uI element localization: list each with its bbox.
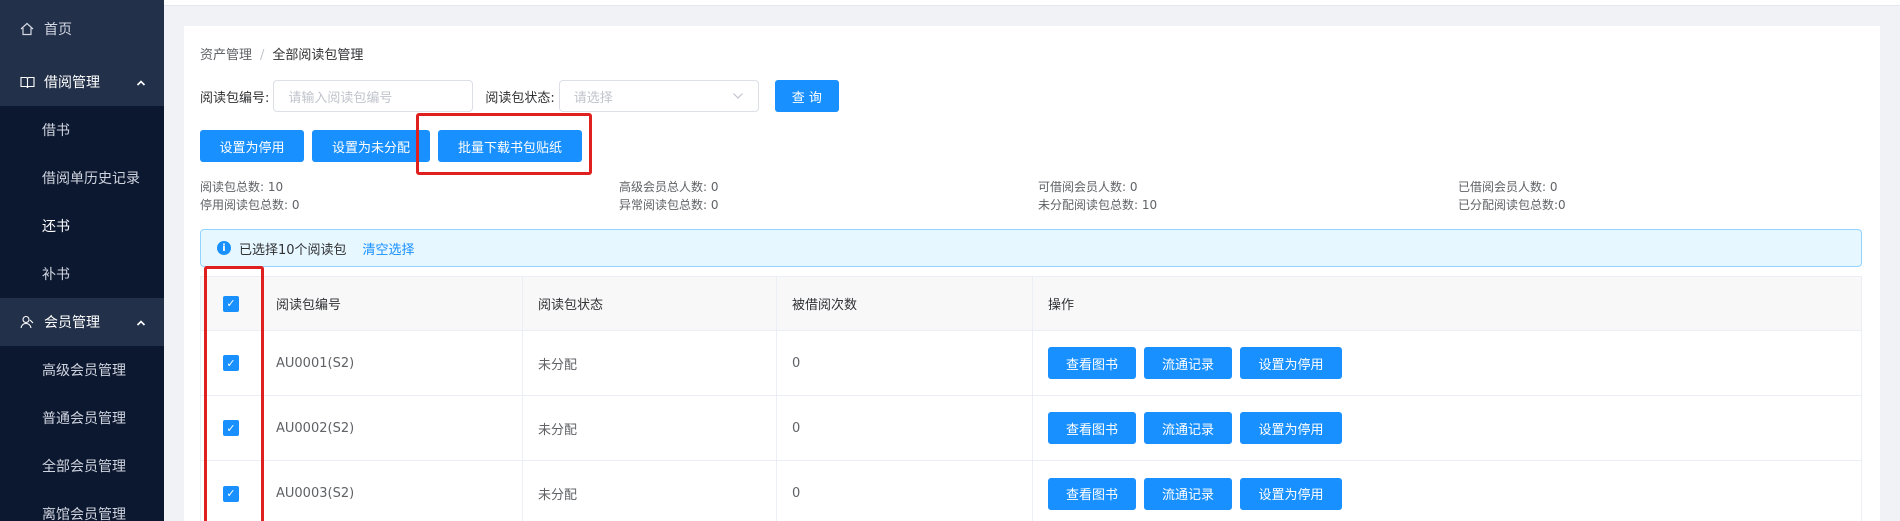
cell-ops: 查看图书 流通记录 设置为停用 (1033, 461, 1861, 521)
stat-abnormal: 异常阅读包总数: 0 (619, 198, 719, 212)
status-placeholder: 请选择 (573, 90, 613, 106)
home-icon (18, 20, 36, 38)
sidebar-item-label: 首页 (44, 22, 72, 38)
sidebar-item-regular-members[interactable]: 普通会员管理 (0, 394, 164, 442)
view-books-button[interactable]: 查看图书 (1048, 347, 1136, 379)
cell-code: AU0003(S2) (276, 486, 355, 501)
set-disabled-row-button[interactable]: 设置为停用 (1240, 477, 1342, 510)
selection-alert: i 已选择10个阅读包 清空选择 (200, 229, 1862, 267)
sidebar-item-replace-book[interactable]: 补书 (0, 250, 164, 298)
main-panel: 资产管理 / 全部阅读包管理 阅读包编号: 请输入阅读包编号 阅读包状态: 请选择 … (184, 26, 1880, 521)
view-books-button[interactable]: 查看图书 (1048, 477, 1136, 510)
cell-ops: 查看图书 流通记录 设置为停用 (1033, 396, 1861, 460)
book-icon (18, 73, 36, 91)
reading-pack-table: ✓ 阅读包编号 阅读包状态 被借阅次数 操作 ✓ AU0001(S2) 未分配 … (200, 276, 1862, 521)
code-search-input[interactable]: 请输入阅读包编号 (273, 80, 474, 112)
user-icon (18, 313, 36, 331)
flow-records-button[interactable]: 流通记录 (1144, 477, 1232, 510)
info-icon: i (217, 241, 231, 255)
sidebar-item-return-book[interactable]: 还书 (0, 202, 164, 250)
sidebar-item-label: 离馆会员管理 (42, 507, 126, 521)
cell-ops: 查看图书 流通记录 设置为停用 (1033, 331, 1861, 395)
stat-borrowable-members: 可借阅会员人数: 0 (1038, 180, 1138, 194)
highlight-box-batch-download (416, 113, 592, 175)
set-unassigned-button[interactable]: 设置为未分配 (312, 130, 430, 162)
highlight-box-checkbox-column (204, 266, 264, 521)
sidebar-item-label: 借阅单历史记录 (42, 171, 140, 187)
code-label: 阅读包编号: (200, 90, 270, 106)
cell-count: 0 (777, 331, 1033, 395)
breadcrumb-current: 全部阅读包管理 (272, 48, 364, 63)
cell-status: 未分配 (522, 396, 777, 460)
sidebar-item-all-members[interactable]: 全部会员管理 (0, 442, 164, 490)
stat-disabled: 停用阅读包总数: 0 (200, 198, 300, 212)
set-disabled-row-button[interactable]: 设置为停用 (1240, 412, 1342, 444)
cell-code: AU0002(S2) (276, 420, 355, 436)
sidebar-item-departed-members[interactable]: 离馆会员管理 (0, 490, 164, 521)
top-header-strip (164, 0, 1900, 6)
breadcrumb-parent[interactable]: 资产管理 (200, 48, 252, 63)
sidebar-item-label: 高级会员管理 (42, 363, 126, 379)
selection-count-text: 已选择10个阅读包 (239, 242, 347, 258)
sidebar-item-borrow-history[interactable]: 借阅单历史记录 (0, 154, 164, 202)
breadcrumb: 资产管理 / 全部阅读包管理 (200, 44, 363, 63)
chevron-up-icon (136, 315, 146, 331)
code-placeholder: 请输入阅读包编号 (288, 90, 393, 106)
cell-status: 未分配 (522, 461, 777, 521)
sidebar-item-label: 补书 (42, 267, 70, 283)
sidebar-group-borrow[interactable]: 借阅管理 (0, 58, 164, 106)
sidebar-item-label: 借书 (42, 123, 70, 139)
cell-count: 0 (777, 461, 1033, 521)
sidebar-item-premium-members[interactable]: 高级会员管理 (0, 346, 164, 394)
sidebar-group-label: 借阅管理 (44, 75, 100, 91)
sidebar-item-label: 还书 (42, 219, 70, 235)
table-row: ✓ AU0002(S2) 未分配 0 查看图书 流通记录 设置为停用 (201, 396, 1861, 461)
table-header: ✓ 阅读包编号 阅读包状态 被借阅次数 操作 (201, 277, 1861, 331)
cell-count: 0 (777, 396, 1033, 460)
stat-total: 阅读包总数: 10 (200, 180, 284, 194)
sidebar-submenu-borrow: 借书 借阅单历史记录 还书 补书 (0, 106, 164, 298)
sidebar-item-label: 全部会员管理 (42, 459, 126, 475)
flow-records-button[interactable]: 流通记录 (1144, 347, 1232, 379)
cell-status: 未分配 (522, 331, 777, 395)
flow-records-button[interactable]: 流通记录 (1144, 412, 1232, 444)
stat-premium-members: 高级会员总人数: 0 (619, 180, 719, 194)
sidebar-group-member[interactable]: 会员管理 (0, 298, 164, 346)
set-disabled-row-button[interactable]: 设置为停用 (1240, 347, 1342, 379)
sidebar: 首页 借阅管理 借书 借阅单历史记录 还书 补书 会员管理 高级会员管理 普通会… (0, 0, 164, 521)
header-count: 被借阅次数 (777, 277, 1033, 330)
view-books-button[interactable]: 查看图书 (1048, 412, 1136, 444)
sidebar-item-borrow-book[interactable]: 借书 (0, 106, 164, 154)
stat-unassigned: 未分配阅读包总数: 10 (1038, 198, 1158, 212)
sidebar-submenu-member: 高级会员管理 普通会员管理 全部会员管理 离馆会员管理 (0, 346, 164, 521)
query-button[interactable]: 查 询 (774, 80, 839, 112)
header-status: 阅读包状态 (522, 277, 777, 330)
header-ops: 操作 (1048, 298, 1075, 313)
stat-assigned: 已分配阅读包总数:0 (1458, 198, 1566, 212)
clear-selection-link[interactable]: 清空选择 (363, 239, 415, 258)
chevron-up-icon (136, 75, 146, 91)
set-disabled-button[interactable]: 设置为停用 (200, 130, 304, 162)
status-label: 阅读包状态: (485, 90, 555, 106)
sidebar-item-home[interactable]: 首页 (0, 0, 164, 58)
chevron-down-icon (732, 89, 744, 104)
cell-code: AU0001(S2) (276, 355, 355, 371)
breadcrumb-separator: / (260, 48, 265, 63)
stat-borrowed-members: 已借阅会员人数: 0 (1458, 180, 1558, 194)
table-row: ✓ AU0001(S2) 未分配 0 查看图书 流通记录 设置为停用 (201, 331, 1861, 396)
status-select[interactable]: 请选择 (558, 80, 759, 112)
filter-bar: 阅读包编号: 请输入阅读包编号 阅读包状态: 请选择 查 询 (200, 80, 839, 112)
header-code: 阅读包编号 (276, 298, 342, 313)
sidebar-item-label: 普通会员管理 (42, 411, 126, 427)
sidebar-group-label: 会员管理 (44, 315, 100, 331)
table-row: ✓ AU0003(S2) 未分配 0 查看图书 流通记录 设置为停用 (201, 461, 1861, 521)
